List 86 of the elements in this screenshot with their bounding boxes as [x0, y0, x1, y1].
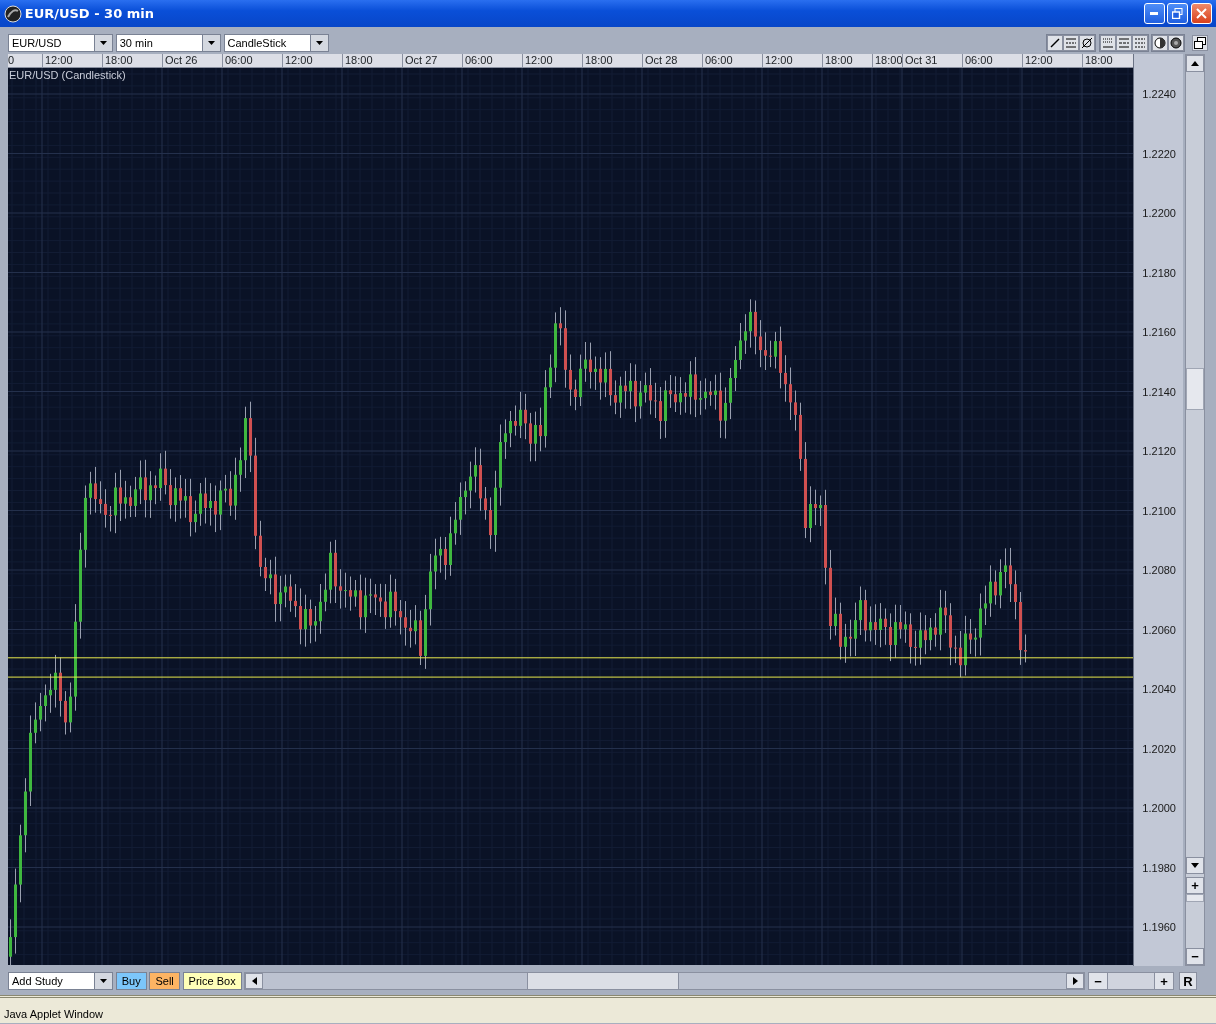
shaded-circle-icon: [1169, 36, 1184, 50]
price-axis-label: 1.2000: [1141, 801, 1177, 816]
interval-dropdown[interactable]: 30 min: [115, 34, 221, 52]
price-line[interactable]: [8, 657, 1133, 659]
scroll-left-button[interactable]: [245, 973, 264, 989]
add-study-dropdown[interactable]: Add Study: [8, 972, 113, 990]
time-axis-label: 18:00: [342, 54, 402, 67]
minimize-icon: [1150, 12, 1158, 15]
up-arrow-icon: [1191, 61, 1199, 66]
right-arrow-icon: [1072, 977, 1078, 985]
sell-button[interactable]: Sell: [149, 972, 180, 990]
time-axis-label: 06:00: [702, 54, 762, 67]
price-axis-label: 1.2220: [1141, 146, 1177, 162]
price-axis-label: 1.2120: [1141, 444, 1177, 459]
time-axis-label: 12:00: [522, 54, 582, 67]
restore-icon: [1172, 8, 1184, 19]
line-tool-tool-button[interactable]: [1046, 35, 1063, 51]
scroll-down-button[interactable]: [1186, 857, 1204, 874]
price-axis-label: 1.2100: [1141, 503, 1177, 519]
zoom-slider-thumb[interactable]: [1186, 893, 1204, 902]
time-axis-label: 12:00: [282, 54, 342, 67]
half-shaded-circle-icon: [1153, 36, 1168, 50]
price-axis-label: 1.2060: [1141, 622, 1177, 638]
time-axis-label: 12:00: [1022, 54, 1082, 67]
time-axis-label: 12:00: [42, 54, 102, 67]
price-axis-label: 1.2180: [1141, 265, 1177, 281]
time-axis-label: 0: [8, 54, 16, 67]
pricebox-button[interactable]: Price Box: [182, 972, 242, 990]
price-axis-label: 1.2040: [1141, 682, 1177, 697]
close-button[interactable]: [1191, 3, 1212, 24]
zoom-in-button[interactable]: +: [1154, 972, 1175, 990]
fibonacci-arc-icon: [1079, 36, 1094, 50]
price-axis-label: 1.2080: [1141, 563, 1177, 578]
status-text: Java Applet Window: [0, 995, 1216, 1023]
time-axis-label: 06:00: [222, 54, 282, 67]
price-axis-label: 1.2140: [1141, 384, 1177, 400]
caret-icon: [207, 41, 215, 45]
time-axis-label: 18:00: [582, 54, 642, 67]
scroll-thumb[interactable]: [527, 973, 680, 989]
caret-icon: [100, 41, 107, 45]
minimize-button[interactable]: [1143, 3, 1165, 24]
price-axis-label: 1.2200: [1141, 206, 1177, 221]
time-axis-label: Oct 27: [402, 54, 462, 67]
zoom-out-button[interactable]: −: [1186, 948, 1204, 965]
windows-icon: [1193, 36, 1207, 50]
shaded-circle-tool-button[interactable]: [1168, 35, 1185, 51]
reset-button[interactable]: R: [1178, 972, 1197, 990]
time-axis-label: Oct 26: [162, 54, 222, 67]
time-axis-label: 06:00: [962, 54, 1022, 67]
buy-button[interactable]: Buy: [115, 972, 147, 990]
time-axis-label: 12:00: [762, 54, 822, 67]
half-shaded-circle-tool-button[interactable]: [1152, 35, 1169, 51]
time-axis-label: 18:00: [822, 54, 872, 67]
close-icon: [1196, 8, 1207, 19]
symbol-dropdown[interactable]: EUR/USD: [8, 34, 113, 52]
down-arrow-icon: [1191, 863, 1199, 868]
time-axis-label: 18:00: [102, 54, 162, 67]
dotted-lines-icon: [1100, 36, 1115, 50]
price-axis-label: 1.2160: [1141, 325, 1177, 340]
dotted-lines-tool-button[interactable]: [1099, 35, 1116, 51]
horizontal-scrollbar[interactable]: [244, 972, 1086, 990]
grid-lines-icon: [1132, 36, 1147, 50]
scroll-thumb[interactable]: [1186, 368, 1204, 410]
time-axis-label: Oct 28: [642, 54, 702, 67]
price-axis-label: 1.1960: [1141, 920, 1177, 935]
detach-button[interactable]: [1192, 35, 1208, 51]
zoom-out-button[interactable]: −: [1088, 972, 1109, 990]
vertical-scrollbar[interactable]: + −: [1185, 54, 1205, 966]
chart-type-dropdown[interactable]: CandleStick: [223, 34, 329, 52]
caret-icon: [315, 41, 323, 45]
time-axis-label: Oct 31: [902, 54, 962, 67]
globe-icon: [4, 4, 22, 23]
price-axis-label: 1.2020: [1141, 741, 1177, 757]
restore-button[interactable]: [1167, 3, 1189, 24]
zoom-in-button[interactable]: +: [1186, 876, 1204, 894]
window-title: EUR/USD - 30 min: [24, 4, 154, 23]
series-label: EUR/USD (Candlestick): [9, 69, 126, 81]
caret-icon: [100, 979, 107, 983]
scroll-right-button[interactable]: [1066, 973, 1085, 989]
left-arrow-icon: [251, 977, 257, 985]
scroll-up-button[interactable]: [1186, 55, 1204, 72]
price-axis-label: 1.2240: [1141, 87, 1177, 102]
price-axis-label: 1.1980: [1141, 860, 1177, 876]
time-axis-label: 06:00: [462, 54, 522, 67]
dashed-lines-icon: [1116, 36, 1131, 50]
time-axis-label: 18:00: [872, 54, 902, 67]
